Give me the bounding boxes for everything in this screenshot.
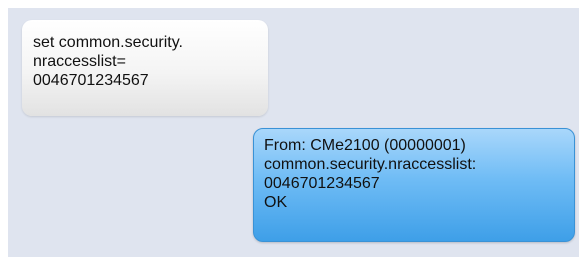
message-line: From: CMe2100 (00000001) [264,137,466,154]
message-thread: set common.security. nraccesslist= 00467… [8,8,579,257]
message-line: 0046701234567 [264,175,380,192]
message-line: 0046701234567 [33,72,149,89]
message-line: OK [264,194,288,211]
message-line: common.security.nraccesslist: [264,156,477,173]
outgoing-message-bubble[interactable]: set common.security. nraccesslist= 00467… [22,20,268,116]
incoming-message-bubble[interactable]: From: CMe2100 (00000001) common.security… [253,128,575,242]
message-line: set common.security. [33,34,183,51]
message-line: nraccesslist= [33,53,126,70]
